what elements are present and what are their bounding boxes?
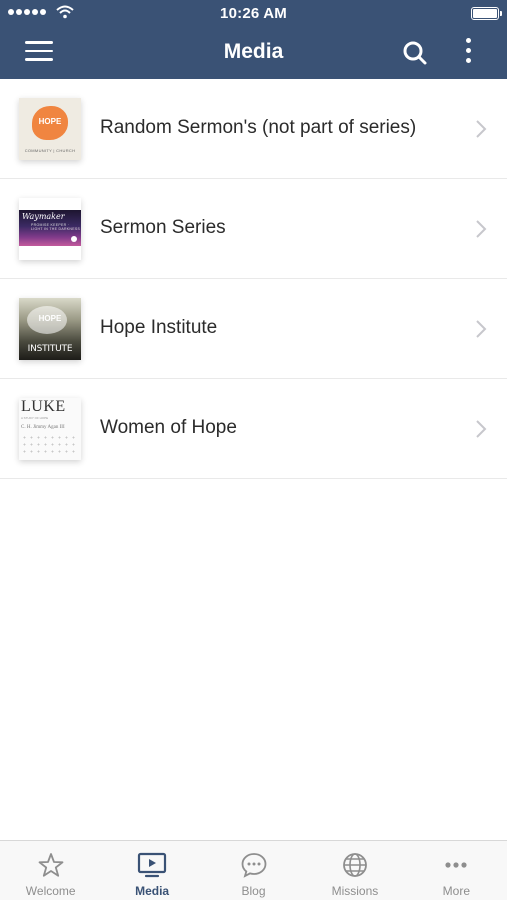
media-item-women-of-hope[interactable]: LUKE A STUDY OF HOPE C. H. Jimmy Agan II… bbox=[0, 379, 507, 479]
hope-institute-thumbnail: HOPE INSTITUTE bbox=[19, 298, 81, 360]
media-item-random-sermons[interactable]: HOPE COMMUNITY | CHURCH Random Sermon's … bbox=[0, 79, 507, 179]
globe-icon bbox=[343, 853, 367, 877]
top-bar: 10:26 AM Media bbox=[0, 0, 507, 79]
page-title: Media bbox=[223, 40, 284, 63]
tab-blog[interactable]: Blog bbox=[203, 841, 304, 900]
media-item-hope-institute[interactable]: HOPE INSTITUTE Hope Institute bbox=[0, 279, 507, 379]
chevron-right-icon bbox=[476, 320, 487, 338]
list-item-label: Sermon Series bbox=[100, 217, 226, 238]
tab-missions[interactable]: Missions bbox=[304, 841, 405, 900]
tab-bar: Welcome Media Blog Missions More bbox=[0, 840, 507, 900]
tab-label: Blog bbox=[241, 884, 266, 898]
tab-label: Missions bbox=[331, 884, 379, 898]
tab-media[interactable]: Media bbox=[101, 841, 202, 900]
tab-label: Welcome bbox=[25, 884, 76, 898]
media-list: HOPE COMMUNITY | CHURCH Random Sermon's … bbox=[0, 79, 507, 479]
list-item-label: Random Sermon's (not part of series) bbox=[100, 117, 417, 138]
waymaker-thumbnail: Waymaker PROMISE KEEPER · LIGHT IN THE D… bbox=[19, 198, 81, 260]
battery-icon bbox=[471, 7, 502, 20]
chevron-right-icon bbox=[476, 120, 487, 138]
luke-study-thumbnail: LUKE A STUDY OF HOPE C. H. Jimmy Agan II… bbox=[19, 398, 81, 460]
more-options-icon[interactable] bbox=[458, 38, 478, 66]
tab-label: Media bbox=[135, 884, 170, 898]
ellipsis-icon bbox=[445, 862, 467, 868]
star-icon bbox=[38, 853, 64, 877]
tab-label: More bbox=[442, 884, 470, 898]
chevron-right-icon bbox=[476, 220, 487, 238]
chevron-right-icon bbox=[476, 420, 487, 438]
media-item-sermon-series[interactable]: Waymaker PROMISE KEEPER · LIGHT IN THE D… bbox=[0, 179, 507, 279]
search-icon[interactable] bbox=[401, 39, 429, 67]
nav-bar: Media bbox=[0, 26, 507, 79]
hope-community-church-thumbnail: HOPE COMMUNITY | CHURCH bbox=[19, 98, 81, 160]
status-bar: 10:26 AM bbox=[0, 0, 507, 26]
list-item-label: Hope Institute bbox=[100, 317, 218, 338]
status-time: 10:26 AM bbox=[220, 5, 287, 22]
tab-welcome[interactable]: Welcome bbox=[0, 841, 101, 900]
play-screen-icon bbox=[138, 852, 167, 878]
tab-more[interactable]: More bbox=[406, 841, 507, 900]
chat-bubble-icon bbox=[241, 853, 266, 878]
list-item-label: Women of Hope bbox=[100, 417, 237, 438]
